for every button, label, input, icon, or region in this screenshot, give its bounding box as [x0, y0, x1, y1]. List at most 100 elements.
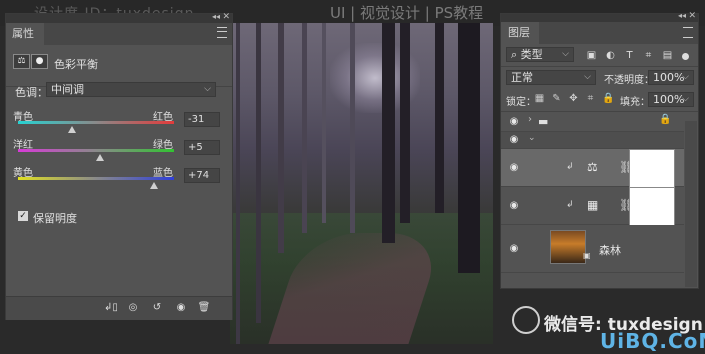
eye-icon[interactable]: ◉ [508, 200, 520, 212]
collapse-panel-icon[interactable]: ◂◂ [212, 12, 220, 21]
collapse-group-icon[interactable]: ⌄ [528, 133, 536, 143]
properties-panel: ◂◂ ✕ 属性 ⚖ ● 色彩平衡 色调： 中间调 ⌵ 青色 红色 -31 洋红 … [5, 12, 233, 320]
layers-titlebar [501, 14, 698, 22]
folder-icon: ▬ [538, 115, 549, 128]
layers-panel: ◂◂ ✕ 图层 ⌕ 类型 ⌵ ▣ ◐ T ⌗ ▤ 正常 ⌵ 不透明度： 100%… [500, 11, 699, 289]
lock-paint-icon[interactable]: ✎ [551, 93, 562, 104]
tree-trunk [236, 23, 240, 344]
tree-trunk [302, 23, 307, 233]
panel-menu-icon[interactable] [683, 27, 693, 38]
adjustment-filter-icon[interactable]: ◐ [605, 50, 616, 61]
lock-all-icon[interactable]: 🔒 [602, 93, 614, 104]
search-icon: ⌕ [511, 48, 521, 61]
opacity-field[interactable]: 100% ⌵ [648, 70, 694, 85]
image-filter-icon[interactable]: ▣ [586, 50, 597, 61]
tone-value: 中间调 [51, 83, 84, 96]
clipping-arrow-icon: ↲ [566, 200, 574, 210]
chevron-down-icon: ⌵ [562, 49, 569, 59]
layer-mask-thumbnail[interactable] [629, 187, 675, 226]
lock-label: 锁定： [506, 97, 536, 108]
chevron-down-icon: ⌵ [682, 72, 689, 82]
lock-pixels-icon[interactable]: ▦ [534, 93, 545, 104]
layer-row-adjustment[interactable]: ◉ ↲ ▦ ⛓ [501, 187, 684, 226]
layer-row-image[interactable]: ◉ ▣ 森林 [501, 225, 684, 273]
eye-icon[interactable]: ◉ [508, 162, 520, 174]
tree-trunk [458, 23, 480, 273]
magenta-green-slider[interactable] [18, 149, 174, 161]
slider-thumb[interactable] [149, 182, 158, 189]
tree-trunk [322, 23, 326, 223]
visibility-icon[interactable]: ◉ [173, 301, 189, 315]
layer-mask-icon[interactable]: ● [31, 54, 48, 69]
slider-thumb[interactable] [95, 154, 104, 161]
trash-icon[interactable]: 🗑 [196, 301, 212, 315]
lock-icon[interactable]: 🔒 [659, 114, 671, 125]
cyan-red-slider[interactable] [18, 121, 174, 133]
site-watermark-text: UiBQ.CoM [600, 329, 705, 353]
tree-trunk [400, 23, 410, 223]
opacity-value: 100% [653, 71, 685, 84]
shape-filter-icon[interactable]: ⌗ [643, 50, 654, 61]
eye-icon[interactable]: ◉ [508, 243, 520, 255]
layer-row-group[interactable]: ◉ › ▬ 🔒 [501, 112, 684, 132]
fill-label: 填充： [620, 97, 650, 108]
view-previous-icon[interactable]: ◎ [125, 301, 141, 315]
levels-layer-icon: ▦ [587, 198, 599, 212]
lock-position-icon[interactable]: ✥ [568, 93, 579, 104]
opacity-label: 不透明度： [604, 75, 654, 86]
properties-titlebar [6, 14, 232, 23]
preserve-luminosity-label: 保留明度 [33, 212, 77, 225]
tab-layers[interactable]: 图层 [501, 22, 539, 44]
clipping-arrow-icon: ↲ [566, 162, 574, 172]
tab-properties[interactable]: 属性 [6, 23, 44, 45]
tone-dropdown[interactable]: 中间调 ⌵ [46, 82, 216, 97]
smart-object-filter-icon[interactable]: ▤ [662, 50, 673, 61]
color-balance-icon[interactable]: ⚖ [13, 54, 30, 69]
reset-icon[interactable]: ↺ [149, 301, 165, 315]
properties-bottom-bar: ↲▯ ◎ ↺ ◉ 🗑 [6, 296, 232, 320]
layers-scrollbar[interactable] [685, 121, 697, 287]
filter-toggle-icon[interactable] [682, 53, 689, 60]
lock-artboard-icon[interactable]: ⌗ [585, 93, 596, 104]
chevron-down-icon: ⌵ [204, 84, 211, 94]
tree-trunk [435, 23, 444, 213]
blend-mode-dropdown[interactable]: 正常 ⌵ [506, 70, 596, 85]
tree-trunk [256, 23, 261, 323]
fill-value: 100% [653, 93, 685, 106]
clip-to-layer-icon[interactable]: ↲▯ [103, 301, 119, 315]
preserve-luminosity-checkbox[interactable]: ✓ [18, 211, 28, 221]
close-panel-icon[interactable]: ✕ [222, 12, 230, 22]
layer-row-color-balance[interactable]: ◉ ↲ ⚖ ⛓ [501, 149, 684, 188]
adjustment-title: 色彩平衡 [54, 58, 98, 71]
blend-mode-value: 正常 [511, 71, 533, 84]
eye-icon[interactable]: ◉ [508, 116, 520, 128]
expand-group-icon[interactable]: › [528, 114, 532, 125]
layers-tab-row: 图层 [501, 22, 698, 44]
tree-trunk [382, 23, 395, 243]
fill-field[interactable]: 100% ⌵ [648, 92, 694, 107]
divider [501, 66, 698, 67]
filter-kind-dropdown[interactable]: ⌕ 类型 ⌵ [506, 47, 574, 62]
eye-icon[interactable]: ◉ [508, 134, 520, 146]
yellow-blue-value-field[interactable]: +74 [184, 168, 220, 183]
panel-menu-icon[interactable] [217, 27, 227, 38]
tree-trunk [350, 23, 355, 233]
forest-image-thumbnail[interactable] [550, 230, 586, 264]
yellow-blue-slider[interactable] [18, 177, 174, 189]
close-panel-icon[interactable]: ✕ [688, 11, 696, 21]
magenta-green-value-field[interactable]: +5 [184, 140, 220, 155]
type-filter-icon[interactable]: T [624, 50, 635, 61]
layer-name: 森林 [599, 244, 621, 257]
filter-kind-value: 类型 [520, 48, 543, 61]
cyan-red-value-field[interactable]: -31 [184, 112, 220, 127]
color-balance-layer-icon: ⚖ [587, 160, 598, 174]
layer-mask-thumbnail[interactable] [629, 149, 675, 188]
properties-tab-row: 属性 [6, 23, 232, 45]
slider-thumb[interactable] [67, 126, 76, 133]
layer-row-subgroup[interactable]: ◉ ⌄ [501, 132, 684, 149]
forest-photo-canvas[interactable] [230, 23, 493, 344]
collapse-panel-icon[interactable]: ◂◂ [678, 11, 686, 20]
wechat-icon [512, 306, 540, 334]
chevron-down-icon: ⌵ [682, 94, 689, 104]
watermark-header-text: UI | 视觉设计 | PS教程 [330, 4, 484, 22]
